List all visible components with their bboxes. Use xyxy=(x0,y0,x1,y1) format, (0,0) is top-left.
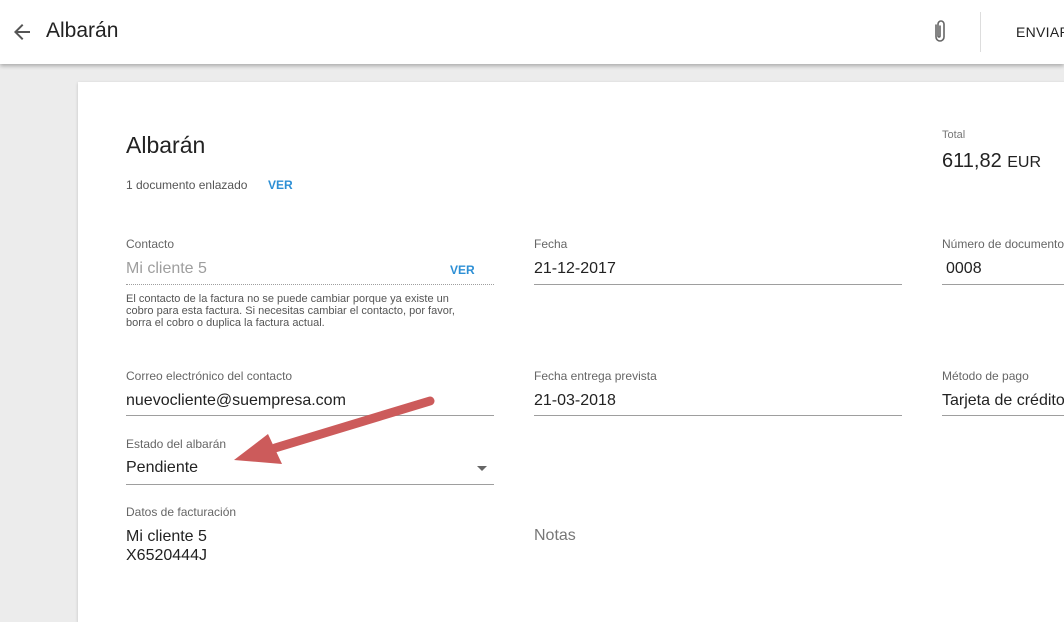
date-label: Fecha xyxy=(534,237,568,251)
contact-field-underline xyxy=(126,284,494,285)
total-label: Total xyxy=(942,129,966,141)
payment-method-select[interactable]: Tarjeta de crédito xyxy=(942,392,1064,410)
app-bar: Albarán ENVIAR xyxy=(0,0,1064,64)
appbar-title: Albarán xyxy=(46,19,119,42)
delivery-date-underline xyxy=(534,415,902,416)
payment-method-label: Método de pago xyxy=(942,369,1029,383)
status-select-underline xyxy=(126,484,494,485)
status-label: Estado del albarán xyxy=(126,437,227,451)
paperclip-icon[interactable] xyxy=(928,19,952,45)
arrow-left-icon[interactable] xyxy=(10,20,34,44)
send-button[interactable]: ENVIAR xyxy=(1016,24,1064,40)
notes-field[interactable]: Notas xyxy=(534,527,576,545)
view-contact-link[interactable]: VER xyxy=(450,263,475,277)
email-label: Correo electrónico del contacto xyxy=(126,369,293,383)
date-field[interactable]: 21-12-2017 xyxy=(534,260,616,278)
document-card: Albarán 1 documento enlazado VER Total 6… xyxy=(78,82,1064,622)
total-value: 611,82 xyxy=(942,150,1002,172)
linked-documents-text: 1 documento enlazado xyxy=(126,178,248,192)
document-number-field[interactable]: 0008 xyxy=(946,260,982,278)
contact-field: Mi cliente 5 xyxy=(126,260,207,277)
date-field-underline xyxy=(534,284,902,285)
contact-label: Contacto xyxy=(126,237,175,251)
document-title: Albarán xyxy=(126,132,206,158)
document-number-label: Número de documento xyxy=(942,237,1064,251)
delivery-date-label: Fecha entrega prevista xyxy=(534,369,657,383)
status-select[interactable]: Pendiente xyxy=(126,459,198,477)
total-amount: 611,82 EUR xyxy=(942,150,1041,173)
total-currency: EUR xyxy=(1007,154,1042,171)
email-field[interactable]: nuevocliente@suempresa.com xyxy=(126,392,346,410)
view-linked-documents-link[interactable]: VER xyxy=(268,178,293,192)
billing-name: Mi cliente 5 xyxy=(126,528,207,545)
billing-tax-id: X6520444J xyxy=(126,547,207,564)
caret-down-icon[interactable] xyxy=(476,465,488,473)
email-field-underline xyxy=(126,415,494,416)
billing-label: Datos de facturación xyxy=(126,505,237,519)
payment-method-underline xyxy=(942,415,1064,416)
document-number-underline xyxy=(942,284,1064,285)
toolbar-divider xyxy=(980,12,981,52)
delivery-date-field[interactable]: 21-03-2018 xyxy=(534,392,616,410)
contact-help-text: El contacto de la factura no se puede ca… xyxy=(126,293,455,329)
